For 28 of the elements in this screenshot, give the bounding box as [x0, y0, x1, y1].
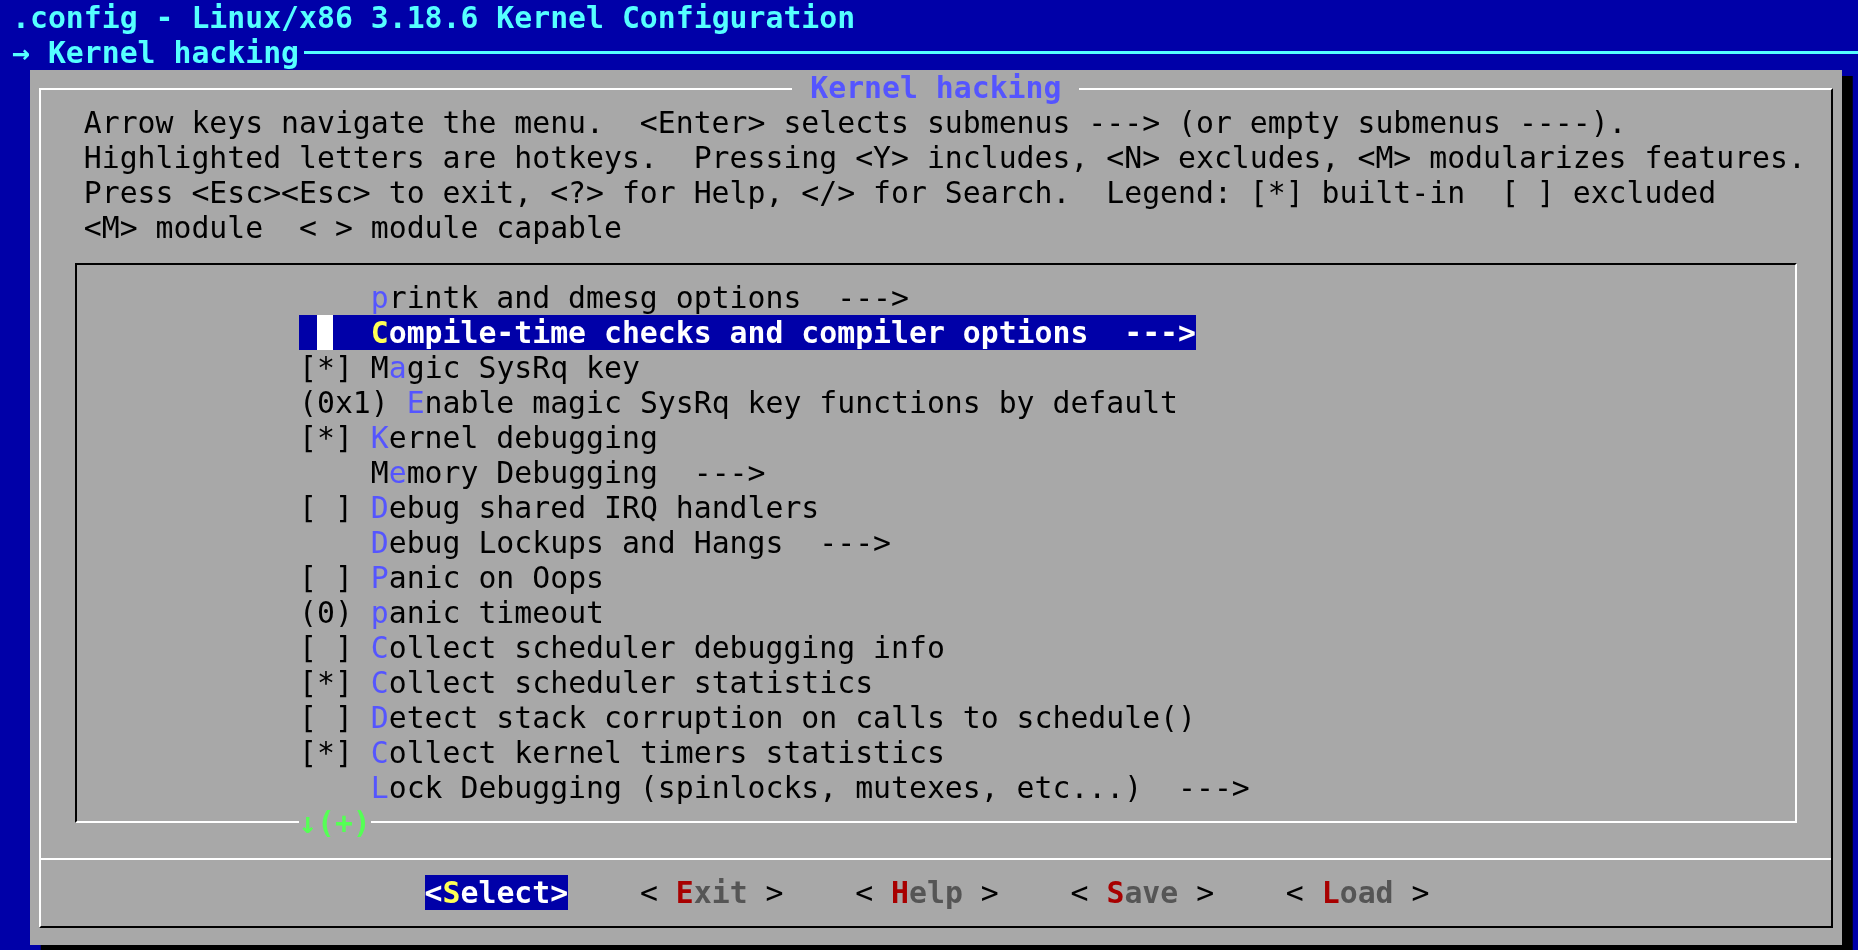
dialog-button[interactable]: < Save >	[1070, 875, 1215, 910]
menu-item[interactable]: [*] Magic SysRq key	[299, 350, 640, 385]
menu-item[interactable]: Debug Lockups and Hangs --->	[299, 525, 892, 560]
menu-item[interactable]: [ ] Collect scheduler debugging info	[299, 630, 945, 665]
menu-item[interactable]: (0) panic timeout	[299, 595, 604, 630]
dialog-button[interactable]: < Exit >	[639, 875, 784, 910]
breadcrumb: → Kernel hacking	[12, 35, 300, 70]
dialog-button[interactable]: < Help >	[855, 875, 999, 910]
menu-item[interactable]: Memory Debugging --->	[299, 455, 766, 490]
dialog-button[interactable]: < Load >	[1285, 875, 1430, 910]
menu-item[interactable]: (0x1) Enable magic SysRq key functions by default	[299, 385, 1179, 420]
dialog-title: Kernel hacking	[792, 70, 1080, 105]
menu-item[interactable]: [*] Collect scheduler statistics	[299, 665, 874, 700]
help-text: Arrow keys navigate the menu. <Enter> selects submenus ---> (or empty submenus ----).	[83, 105, 1627, 140]
menu-item[interactable]: [ ] Debug shared IRQ handlers	[299, 490, 820, 525]
help-text: Highlighted letters are hotkeys. Pressing <Y> includes, <N> excludes, <M> modularizes features.	[83, 140, 1806, 175]
menu-item[interactable]: [*] Collect kernel timers statistics	[299, 735, 945, 770]
help-text: <M> module < > module capable	[83, 210, 622, 245]
menu-item[interactable]: p rintk and dmesg options --->	[299, 280, 909, 315]
text-cursor	[316, 315, 334, 350]
help-text: Press <Esc><Esc> to exit, <?> for Help, </> for Search. Legend: [*] built-in [ ] excluded	[83, 175, 1717, 210]
menu-item[interactable]: [ ] Panic on Oops	[299, 560, 604, 595]
window-title: .config - Linux/x86 3.18.6 Kernel Configuration	[12, 0, 856, 35]
dialog-button[interactable]: <Select>	[424, 875, 569, 910]
menu-item[interactable]: Compile-time checks and compiler options --->	[299, 315, 1196, 350]
menu-item[interactable]: Lock Debugging (spinlocks, mutexes, etc...) --->	[299, 770, 1250, 805]
menu-item[interactable]: [ ] Detect stack corruption on calls to schedule()	[299, 700, 1196, 735]
menu-item[interactable]: [*] Kernel debugging	[299, 420, 658, 455]
